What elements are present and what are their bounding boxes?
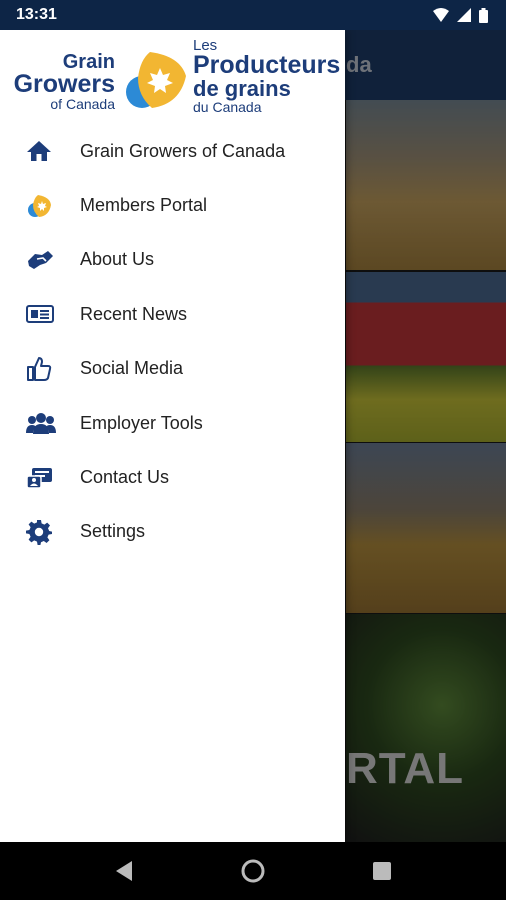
menu-item-about-us[interactable]: About Us <box>0 233 345 287</box>
drawer-menu: Grain Growers of Canada Members Portal A… <box>0 124 345 559</box>
menu-item-employer-tools[interactable]: Employer Tools <box>0 396 345 450</box>
battery-icon <box>479 7 488 23</box>
gear-icon <box>26 519 52 545</box>
back-button[interactable] <box>104 851 144 891</box>
recents-button[interactable] <box>362 851 402 891</box>
menu-item-label: Social Media <box>80 358 184 379</box>
logo-en-line3: of Canada <box>50 96 115 112</box>
menu-item-label: Recent News <box>80 303 188 324</box>
system-navigation-bar <box>0 842 506 900</box>
recents-square-icon <box>372 862 391 880</box>
maple-leaf-logo-icon <box>126 52 186 108</box>
home-button[interactable] <box>233 851 273 891</box>
newspaper-icon <box>26 305 54 324</box>
cell-signal-icon <box>457 8 471 22</box>
logo-en-line2: Growers <box>13 70 115 98</box>
logo-fr-line2: Producteurs <box>193 51 341 79</box>
wifi-icon <box>433 8 449 22</box>
home-icon <box>27 141 51 162</box>
clock: 13:31 <box>16 6 57 23</box>
menu-item-label: Members Portal <box>80 195 208 216</box>
menu-item-members-portal[interactable]: Members Portal <box>0 178 345 232</box>
logo-fr-line4: du Canada <box>193 99 262 115</box>
menu-item-label: Grain Growers of Canada <box>80 140 286 161</box>
menu-item-label: Contact Us <box>80 467 170 488</box>
ggc-logo: Grain Growers of Canada Les Producteurs … <box>0 30 345 122</box>
home-circle-icon <box>241 859 265 883</box>
menu-item-contact-us[interactable]: Contact Us <box>0 450 345 504</box>
members-portal-logo-icon <box>28 194 51 217</box>
system-icons <box>433 7 488 23</box>
users-icon <box>26 413 56 435</box>
logo-fr-line3: de grains <box>193 76 291 101</box>
handshake-icon <box>28 250 53 269</box>
contact-card-icon <box>26 467 52 489</box>
logo-en-line1: Grain <box>62 51 115 73</box>
logo-french-text: Les Producteurs de grains du Canada <box>193 38 340 114</box>
menu-item-label: About Us <box>80 249 155 270</box>
thumbs-up-icon <box>27 356 52 381</box>
navigation-drawer: Grain Growers of Canada Les Producteurs … <box>0 30 345 842</box>
menu-item-label: Employer Tools <box>80 412 203 433</box>
menu-item-recent-news[interactable]: Recent News <box>0 287 345 341</box>
menu-item-settings[interactable]: Settings <box>0 505 345 559</box>
logo-english-text: Grain Growers of Canada <box>14 52 115 111</box>
menu-item-social-media[interactable]: Social Media <box>0 342 345 396</box>
status-bar: 13:31 <box>0 0 506 30</box>
back-triangle-icon <box>116 861 133 881</box>
menu-item-grain-growers[interactable]: Grain Growers of Canada <box>0 124 345 178</box>
menu-item-label: Settings <box>80 521 146 542</box>
